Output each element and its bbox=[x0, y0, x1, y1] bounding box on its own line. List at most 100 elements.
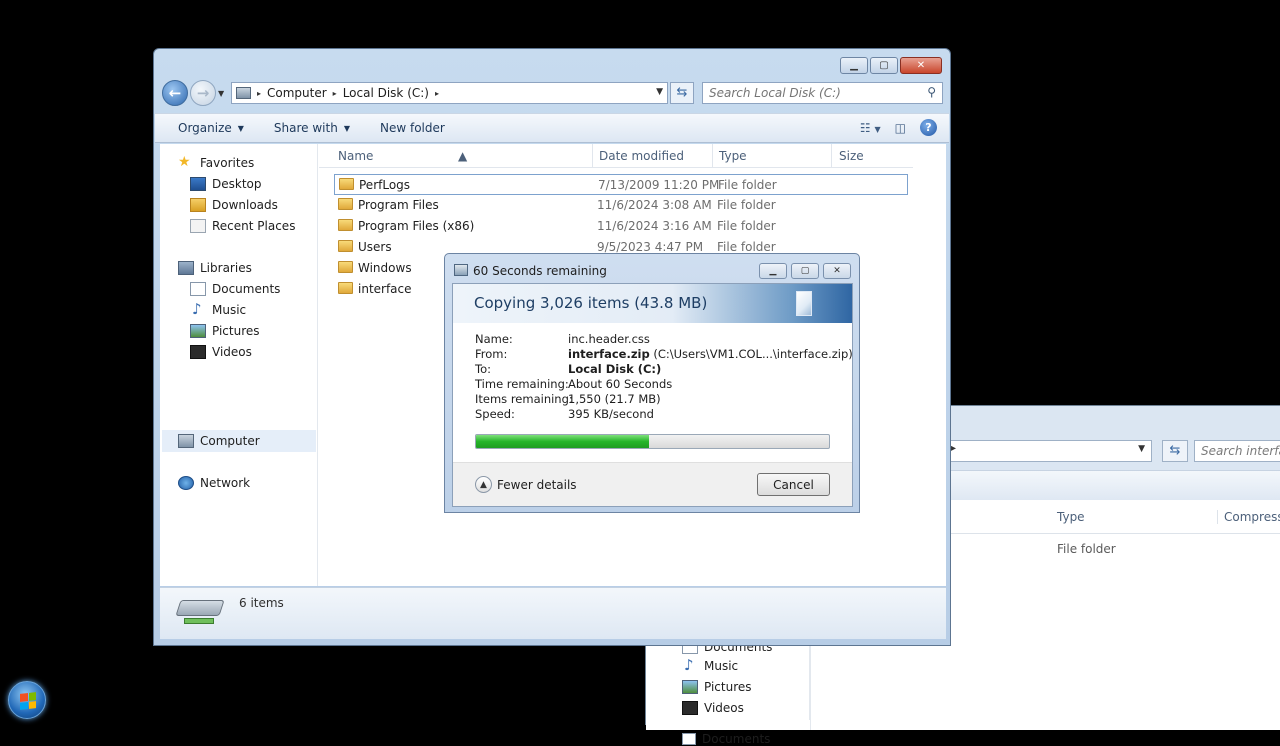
background-search-input[interactable]: Search interfac bbox=[1194, 440, 1280, 462]
file-type: File folder bbox=[717, 240, 776, 254]
file-type: File folder bbox=[717, 219, 776, 233]
search-input[interactable] bbox=[703, 83, 913, 103]
folder-icon bbox=[338, 240, 353, 252]
nav-desktop[interactable]: Desktop bbox=[190, 177, 262, 191]
label-speed: Speed: bbox=[475, 407, 515, 421]
background-nav-videos[interactable]: Videos bbox=[682, 701, 744, 715]
from-file[interactable]: interface.zip bbox=[568, 347, 650, 361]
breadcrumb-computer[interactable]: Computer bbox=[267, 86, 327, 100]
column-date-modified[interactable]: Date modified bbox=[599, 149, 684, 163]
column-name[interactable]: Name bbox=[338, 149, 373, 163]
hard-drive-icon bbox=[175, 600, 225, 628]
refresh-icon[interactable]: ⇆ bbox=[1162, 440, 1188, 462]
nav-label: Network bbox=[200, 476, 251, 490]
document-icon bbox=[190, 282, 206, 296]
nav-recent-places[interactable]: Recent Places bbox=[190, 219, 295, 233]
nav-documents[interactable]: Documents bbox=[190, 282, 280, 296]
file-date: 11/6/2024 3:08 AM bbox=[597, 198, 712, 212]
dialog-content: Copying 3,026 items (43.8 MB) Name: inc.… bbox=[452, 283, 853, 507]
value-time-remaining: About 60 Seconds bbox=[568, 377, 673, 391]
file-name: Windows bbox=[358, 261, 412, 275]
address-dropdown-icon[interactable]: ▼ bbox=[656, 87, 663, 97]
back-button[interactable]: ← bbox=[162, 80, 188, 106]
close-button[interactable]: ✕ bbox=[823, 263, 851, 279]
navigation-pane: Favorites Desktop Downloads Recent Place… bbox=[160, 144, 318, 586]
chevron-right-icon[interactable]: ▸ bbox=[257, 89, 261, 98]
nav-libraries[interactable]: Libraries bbox=[178, 261, 252, 275]
file-row[interactable]: Program Files 11/6/2024 3:08 AM File fol… bbox=[334, 195, 908, 216]
copy-progress-dialog[interactable]: 60 Seconds remaining ▁ ▢ ✕ Copying 3,026… bbox=[444, 253, 860, 513]
new-folder-button[interactable]: New folder bbox=[364, 121, 459, 135]
nav-pictures[interactable]: Pictures bbox=[190, 324, 260, 338]
column-divider[interactable] bbox=[712, 144, 713, 168]
desktop-icon bbox=[190, 177, 206, 191]
view-options-icon[interactable]: ☷ ▼ bbox=[860, 121, 881, 135]
value-items-remaining: 1,550 (21.7 MB) bbox=[568, 392, 661, 406]
maximize-button[interactable]: ▢ bbox=[870, 57, 898, 74]
organize-button[interactable]: Organize ▼ bbox=[155, 121, 258, 135]
nav-computer[interactable]: Computer bbox=[178, 434, 260, 448]
nav-label: Favorites bbox=[200, 156, 255, 170]
nav-music[interactable]: Music bbox=[190, 300, 246, 318]
libraries-icon bbox=[178, 261, 194, 275]
background-nav-documents[interactable]: Documents bbox=[682, 732, 770, 746]
column-compressed[interactable]: Compressec bbox=[1217, 510, 1280, 524]
nav-network[interactable]: Network bbox=[178, 476, 250, 490]
share-with-button[interactable]: Share with ▼ bbox=[258, 121, 364, 135]
cancel-button[interactable]: Cancel bbox=[757, 473, 830, 496]
label-items-remaining: Items remaining: bbox=[475, 392, 573, 406]
view-controls: ☷ ▼ ◫ ? bbox=[860, 119, 937, 136]
close-button[interactable]: ✕ bbox=[900, 57, 942, 74]
help-icon[interactable]: ? bbox=[920, 119, 937, 136]
nav-videos[interactable]: Videos bbox=[190, 345, 252, 359]
folder-icon bbox=[338, 261, 353, 273]
column-size[interactable]: Size bbox=[839, 149, 864, 163]
recent-pages-dropdown-icon[interactable]: ▼ bbox=[218, 89, 224, 98]
nav-label: Desktop bbox=[212, 177, 262, 191]
dialog-title: 60 Seconds remaining bbox=[473, 264, 607, 278]
fewer-details-label: Fewer details bbox=[497, 477, 577, 492]
sort-ascending-icon: ▲ bbox=[458, 149, 468, 163]
background-nav-music[interactable]: Music bbox=[682, 656, 738, 674]
file-date: 11/6/2024 3:16 AM bbox=[597, 219, 712, 233]
fewer-details-button[interactable]: ▲ Fewer details bbox=[475, 476, 577, 493]
background-column-header: Type Compressec bbox=[951, 500, 1280, 534]
column-type[interactable]: Type bbox=[1057, 510, 1085, 524]
minimize-button[interactable]: ▁ bbox=[759, 263, 787, 279]
label-to: To: bbox=[475, 362, 491, 376]
breadcrumb-local-disk[interactable]: Local Disk (C:) bbox=[343, 86, 429, 100]
music-icon bbox=[190, 300, 206, 318]
chevron-down-icon[interactable]: ▼ bbox=[1138, 444, 1145, 454]
nav-label: Downloads bbox=[212, 198, 278, 212]
label-from: From: bbox=[475, 347, 508, 361]
nav-downloads[interactable]: Downloads bbox=[190, 198, 278, 212]
nav-favorites[interactable]: Favorites bbox=[178, 154, 255, 170]
file-row[interactable]: PerfLogs 7/13/2009 11:20 PM File folder bbox=[334, 174, 908, 195]
value-name: inc.header.css bbox=[568, 332, 650, 346]
background-address-bar[interactable]: ▸ ▼ bbox=[946, 440, 1152, 462]
chevron-down-icon: ▼ bbox=[237, 123, 244, 133]
column-divider[interactable] bbox=[592, 144, 593, 168]
nav-label: Documents bbox=[702, 732, 771, 746]
column-divider[interactable] bbox=[831, 144, 832, 168]
chevron-right-icon[interactable]: ▸ bbox=[435, 89, 439, 98]
maximize-button[interactable]: ▢ bbox=[791, 263, 819, 279]
search-icon[interactable]: ⚲ bbox=[927, 85, 936, 99]
preview-pane-icon[interactable]: ◫ bbox=[895, 121, 906, 135]
chevron-right-icon[interactable]: ▸ bbox=[333, 89, 337, 98]
start-button[interactable] bbox=[8, 681, 46, 719]
forward-button[interactable]: → bbox=[190, 80, 216, 106]
file-row[interactable]: Program Files (x86) 11/6/2024 3:16 AM Fi… bbox=[334, 216, 908, 237]
videos-icon bbox=[682, 701, 698, 715]
nav-label: Documents bbox=[212, 282, 281, 296]
nav-label: Computer bbox=[200, 434, 260, 448]
address-bar[interactable]: ▸ Computer ▸ Local Disk (C:) ▸ ▼ bbox=[231, 82, 668, 104]
to-destination[interactable]: Local Disk (C:) bbox=[568, 362, 661, 376]
column-type[interactable]: Type bbox=[719, 149, 747, 163]
value-to: Local Disk (C:) bbox=[568, 362, 661, 376]
refresh-button[interactable]: ⇆ bbox=[670, 82, 694, 104]
search-box[interactable]: ⚲ bbox=[702, 82, 943, 104]
music-icon bbox=[682, 656, 698, 674]
minimize-button[interactable]: ▁ bbox=[840, 57, 868, 74]
background-nav-pictures[interactable]: Pictures bbox=[682, 680, 752, 694]
